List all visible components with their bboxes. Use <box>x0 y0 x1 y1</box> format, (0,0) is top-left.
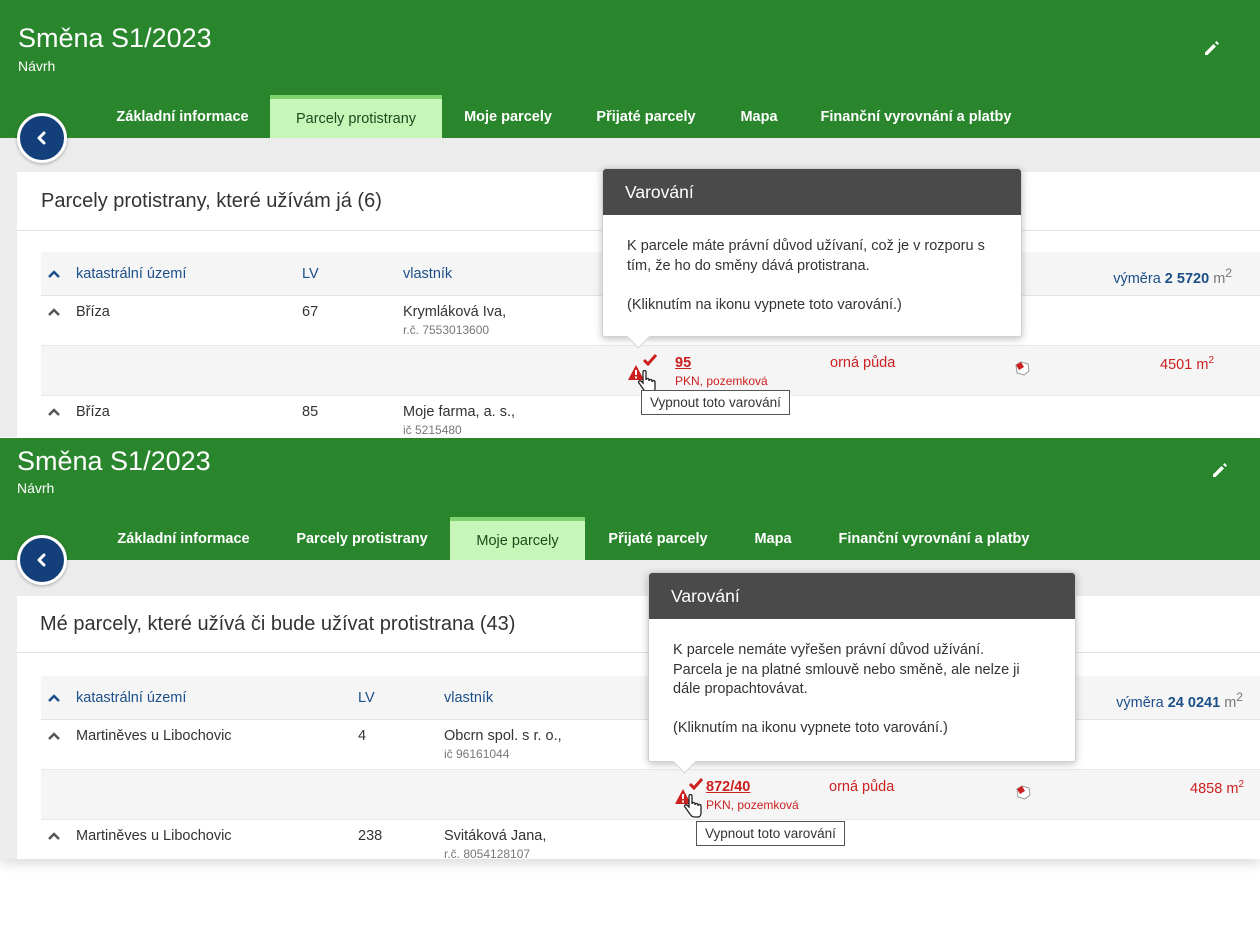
cell-lv: 4 <box>358 728 367 744</box>
total-area-label: výměra <box>1116 694 1164 711</box>
land-use: orná půda <box>830 355 896 371</box>
tab-parcely-protistrany[interactable]: Parcely protistrany <box>282 517 442 560</box>
page-title: Směna S1/2023 <box>18 23 212 53</box>
section-title: Parcely protistrany, které užívám já (6) <box>41 190 382 212</box>
parcel-number-link[interactable]: 872/40 <box>706 779 750 795</box>
tab-moje-parcely[interactable]: Moje parcely <box>450 517 585 560</box>
back-icon <box>37 553 46 567</box>
total-area-value: 2 5720 <box>1164 270 1210 287</box>
parcel-area-unit: m <box>1196 356 1209 373</box>
cell-owner: Svitáková Jana, <box>444 828 547 844</box>
page-title: Směna S1/2023 <box>17 446 211 476</box>
tab-prijate-parcely[interactable]: Přijaté parcely <box>596 517 720 560</box>
warning-popover: Varování K parcele nemáte vyřešen právní… <box>648 572 1076 774</box>
sort-caret-icon[interactable] <box>47 269 61 279</box>
cell-owner: Moje farma, a. s., <box>403 404 516 420</box>
cell-area: Martiněves u Libochovic <box>76 828 232 844</box>
cell-lv: 85 <box>302 404 319 420</box>
tab-financni-vyrovnani[interactable]: Finanční vyrovnání a platby <box>810 95 1022 138</box>
parcel-type: PKN, pozemková <box>675 374 768 388</box>
tab-parcely-protistrany[interactable]: Parcely protistrany <box>270 95 442 138</box>
back-icon <box>37 131 46 145</box>
tab-mapa[interactable]: Mapa <box>742 517 804 560</box>
tooltip: Vypnout toto varování <box>641 390 790 415</box>
cell-area: Bříza <box>76 404 110 420</box>
column-katastralni-uzemi[interactable]: katastrální území <box>76 266 186 282</box>
parcel-area: 4858 m2 <box>1190 779 1244 797</box>
parcel-row[interactable]: 872/40 PKN, pozemková orná půda 4858 m2 <box>41 770 1260 820</box>
edit-icon[interactable] <box>1210 460 1230 480</box>
hand-cursor-icon <box>683 794 702 818</box>
parcel-row[interactable]: 95 PKN, pozemková orná půda 4501 m2 <box>41 346 1260 396</box>
check-icon <box>689 778 703 790</box>
total-area-unit: m <box>1213 270 1226 287</box>
parcel-area-unit: m <box>1226 780 1239 797</box>
cell-owner-id: r.č. 7553013600 <box>403 323 490 337</box>
column-vlastnik: vlastník <box>403 266 453 282</box>
parcel-area-value: 4501 <box>1160 356 1193 373</box>
app-header: Směna S1/2023 Návrh Základní informace P… <box>0 438 1260 560</box>
parcel-type: PKN, pozemková <box>706 798 799 812</box>
cell-owner-id: ič 96161044 <box>444 747 510 761</box>
cell-owner-id: r.č. 8054128107 <box>444 847 531 859</box>
table-row[interactable]: Martiněves u Libochovic 238 Svitáková Ja… <box>41 820 1260 859</box>
parcel-area-exp: 2 <box>1238 779 1244 790</box>
total-area-label: výměra <box>1113 270 1161 287</box>
total-area-exp: 2 <box>1225 266 1232 280</box>
total-area-exp: 2 <box>1236 690 1243 704</box>
parcel-area: 4501 m2 <box>1160 355 1214 373</box>
tab-prijate-parcely[interactable]: Přijaté parcely <box>584 95 708 138</box>
cell-owner: Krymláková Iva, <box>403 304 507 320</box>
total-area-unit: m <box>1224 694 1237 711</box>
sort-caret-icon[interactable] <box>47 831 61 841</box>
popover-body: K parcele nemáte vyřešen právní důvod už… <box>673 642 1020 736</box>
map-icon[interactable] <box>1013 359 1031 377</box>
page-subtitle: Návrh <box>18 58 56 74</box>
warning-popover: Varování K parcele máte právní důvod uží… <box>602 168 1022 349</box>
cell-owner-id: ič 5215480 <box>403 423 462 437</box>
land-use: orná půda <box>829 779 895 795</box>
section-title: Mé parcely, které užívá či bude užívat p… <box>40 613 516 635</box>
cell-lv: 67 <box>302 304 319 320</box>
check-icon <box>643 354 657 366</box>
column-lv: LV <box>302 266 319 282</box>
cell-area: Martiněves u Libochovic <box>76 728 232 744</box>
cell-lv: 238 <box>358 828 383 844</box>
map-icon[interactable] <box>1014 783 1032 801</box>
total-area: výměra 24 0241 m2 <box>1116 690 1243 711</box>
parcel-number-link[interactable]: 95 <box>675 355 691 371</box>
sort-caret-icon[interactable] <box>47 307 61 317</box>
parcel-area-exp: 2 <box>1208 355 1214 366</box>
popover-body: K parcele máte právní důvod užívaní, což… <box>627 238 985 313</box>
tab-mapa[interactable]: Mapa <box>728 95 790 138</box>
edit-icon[interactable] <box>1202 38 1222 58</box>
back-button[interactable] <box>17 113 67 163</box>
tab-zakladni-informace[interactable]: Základní informace <box>105 517 262 560</box>
screenshot-panel-2: Směna S1/2023 Návrh Základní informace P… <box>0 438 1260 859</box>
total-area: výměra 2 5720 m2 <box>1113 266 1232 287</box>
app-header: Směna S1/2023 Návrh Základní informace P… <box>0 0 1260 138</box>
cell-area: Bříza <box>76 304 110 320</box>
total-area-value: 24 0241 <box>1167 694 1221 711</box>
tab-moje-parcely[interactable]: Moje parcely <box>452 95 564 138</box>
tooltip: Vypnout toto varování <box>696 821 845 846</box>
tab-zakladni-informace[interactable]: Základní informace <box>105 95 260 138</box>
tab-financni-vyrovnani[interactable]: Finanční vyrovnání a platby <box>828 517 1040 560</box>
column-lv: LV <box>358 690 375 706</box>
sort-caret-icon[interactable] <box>47 731 61 741</box>
parcel-area-value: 4858 <box>1190 780 1223 797</box>
cell-owner: Obcrn spol. s r. o., <box>444 728 562 744</box>
page-subtitle: Návrh <box>17 480 55 496</box>
screenshot-panel-1: Směna S1/2023 Návrh Základní informace P… <box>0 0 1260 437</box>
back-button[interactable] <box>17 535 67 585</box>
sort-caret-icon[interactable] <box>47 407 61 417</box>
column-katastralni-uzemi[interactable]: katastrální území <box>76 690 186 706</box>
popover-title: Varování <box>649 573 1075 619</box>
sort-caret-icon[interactable] <box>47 693 61 703</box>
popover-title: Varování <box>603 169 1021 215</box>
column-vlastnik: vlastník <box>444 690 494 706</box>
